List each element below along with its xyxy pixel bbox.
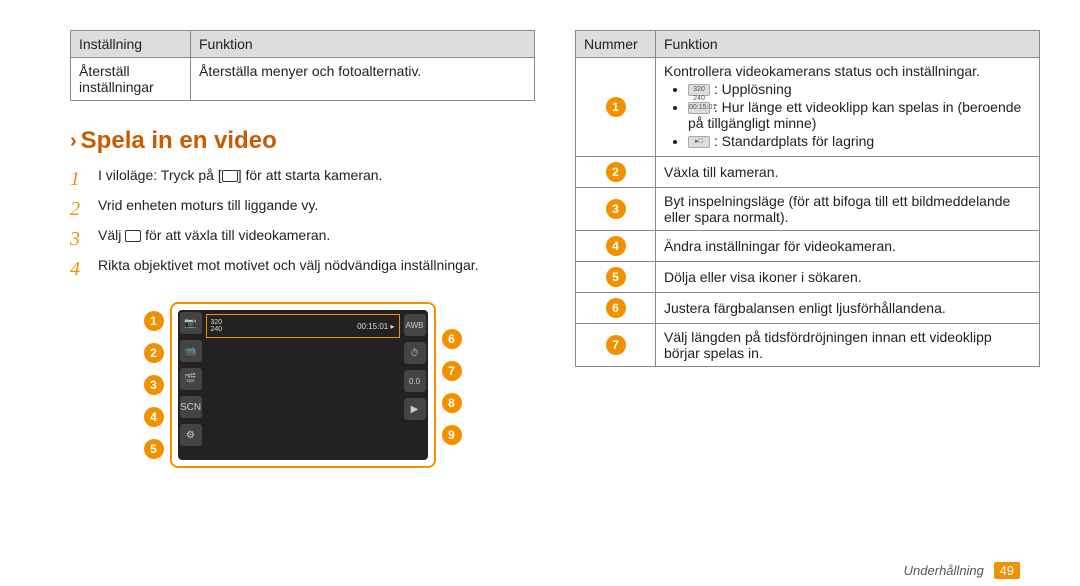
callout-description: Justera färgbalansen enligt ljusförhålla… [656,293,1040,324]
step-number: 1 [70,166,88,193]
camera-mode-icon[interactable]: 📷 [180,312,202,334]
callout-badge: 9 [442,425,462,445]
page-footer: Underhållning 49 [904,563,1020,578]
callout-badge: 1 [144,311,164,331]
cell-function: Återställa menyer och fotoalternativ. [191,58,535,101]
step-number: 3 [70,226,88,253]
th-number: Nummer [576,31,656,58]
th-function: Funktion [656,31,1040,58]
settings-table: Inställning Funktion Återställ inställni… [70,30,535,101]
page-number: 49 [994,562,1020,579]
callout-badge: 5 [144,439,164,459]
th-setting: Inställning [71,31,191,58]
step-number: 4 [70,256,88,283]
callout-description: Ändra inställningar för videokameran. [656,231,1040,262]
callout-description: Kontrollera videokamerans status och ins… [656,58,1040,157]
camera-key-icon [125,230,141,242]
section-title-text: Spela in en video [81,127,277,154]
callout-badge: 8 [442,393,462,413]
step-number: 2 [70,196,88,223]
callout-badge: 3 [606,199,626,219]
callout-badge: 1 [606,97,626,117]
callout-badge: 7 [606,335,626,355]
camera-screen-frame: 320 240 00:15:01 ▸ 📷 📹 🎬 SCN ⚙ AWB ⏱ 0.0 [170,302,436,468]
callout-badge: 6 [442,329,462,349]
camera-status-bar: 320 240 00:15:01 ▸ [206,314,400,338]
resolution-indicator: 320 240 [211,319,223,333]
video-mode-icon[interactable]: 📹 [180,340,202,362]
callout-table: Nummer Funktion 1 Kontrollera videokamera… [575,30,1040,367]
inline-indicator-icon: 320 240 [688,84,710,96]
section-heading: ›Spela in en video [70,127,535,155]
inline-indicator-icon: 00:15:01 [688,102,710,114]
camera-key-icon [222,170,238,182]
th-function: Funktion [191,31,535,58]
play-icon[interactable]: ▶ [404,398,426,420]
callout-badge: 4 [144,407,164,427]
callout-badge: 5 [606,267,626,287]
callout-badge: 6 [606,298,626,318]
settings-icon[interactable]: ⚙ [180,424,202,446]
left-column: Inställning Funktion Återställ inställni… [70,30,535,566]
chevron-icon: › [70,130,77,152]
step-text: Välj för att växla till videokameran. [98,226,330,253]
camera-screen: 320 240 00:15:01 ▸ 📷 📹 🎬 SCN ⚙ AWB ⏱ 0.0 [178,310,428,460]
scene-icon[interactable]: SCN [180,396,202,418]
callout-badge: 2 [606,162,626,182]
rec-mode-icon[interactable]: 🎬 [180,368,202,390]
callout-description: Dölja eller visa ikoner i sökaren. [656,262,1040,293]
rec-time-indicator: 00:15:01 ▸ [357,322,394,331]
timer-icon[interactable]: ⏱ [404,342,426,364]
step-text: Rikta objektivet mot motivet och välj nö… [98,256,479,283]
camera-preview-figure: 1 2 3 4 5 320 240 00:15:01 ▸ 📷 📹 🎬 SC [70,302,535,468]
callout-description: Byt inspelningsläge (för att bifoga till… [656,188,1040,231]
callout-description: Välj längden på tidsfördröjningen innan … [656,324,1040,367]
callout-badge: 3 [144,375,164,395]
footer-section: Underhållning [904,563,984,578]
awb-icon[interactable]: AWB [404,314,426,336]
steps-list: 1 I viloläge: Tryck på [] för att starta… [70,163,535,286]
callout-description: Växla till kameran. [656,157,1040,188]
cell-setting: Återställ inställningar [71,58,191,101]
callout-badge: 7 [442,361,462,381]
callout-badge: 4 [606,236,626,256]
step-text: Vrid enheten moturs till liggande vy. [98,196,318,223]
ev-icon[interactable]: 0.0 [404,370,426,392]
callout-badge: 2 [144,343,164,363]
step-text: I viloläge: Tryck på [] för att starta k… [98,166,382,193]
right-column: Nummer Funktion 1 Kontrollera videokamera… [575,30,1040,566]
inline-indicator-icon: ▸□ [688,136,710,148]
